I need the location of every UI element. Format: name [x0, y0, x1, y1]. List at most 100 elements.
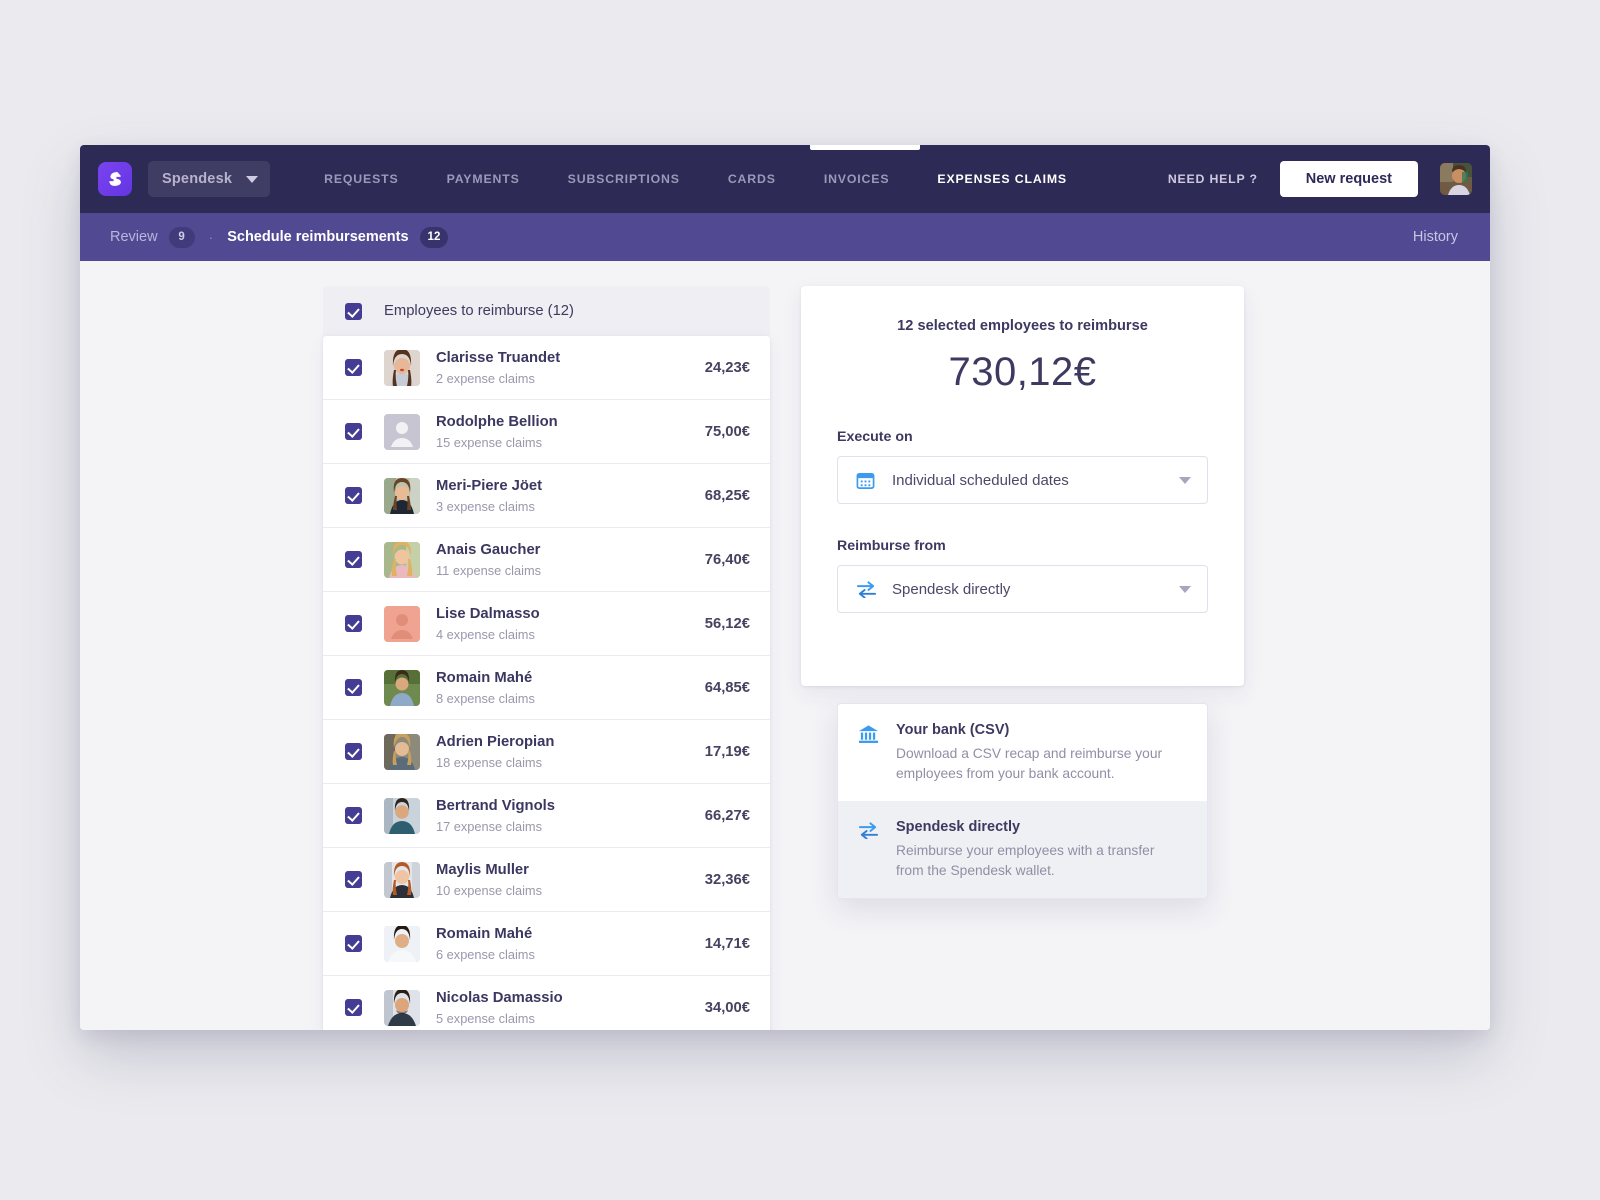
- app-window: Spendesk REQUESTS PAYMENTS SUBSCRIPTIONS…: [80, 145, 1490, 1030]
- table-row[interactable]: Lise Dalmasso 4 expense claims 56,12€: [323, 592, 770, 656]
- employee-info: Adrien Pieropian 18 expense claims: [436, 733, 554, 770]
- avatar: [384, 989, 420, 1026]
- nav-link-invoices[interactable]: INVOICES: [800, 172, 914, 186]
- employee-claims-count: 11 expense claims: [436, 563, 542, 579]
- employee-name: Rodolphe Bellion: [436, 413, 558, 430]
- employee-rows-card: Clarisse Truandet 2 expense claims 24,23…: [323, 336, 770, 1030]
- employee-amount: 56,12€: [704, 615, 750, 632]
- row-checkbox[interactable]: [345, 487, 362, 504]
- employee-info: Lise Dalmasso 4 expense claims: [436, 605, 540, 642]
- nav-link-subscriptions[interactable]: SUBSCRIPTIONS: [544, 172, 704, 186]
- employee-amount: 24,23€: [704, 359, 750, 376]
- execute-on-select[interactable]: Individual scheduled dates: [837, 456, 1208, 504]
- spendesk-logo-icon[interactable]: [98, 162, 132, 196]
- row-checkbox[interactable]: [345, 871, 362, 888]
- workflow-subheader: Review 9 · Schedule reimbursements 12 Hi…: [80, 213, 1490, 261]
- menu-option-your-bank-csv[interactable]: Your bank (CSV) Download a CSV recap and…: [838, 704, 1207, 801]
- menu-option-title: Your bank (CSV): [896, 722, 1010, 738]
- table-row[interactable]: Bertrand Vignols 17 expense claims 66,27…: [323, 784, 770, 848]
- breadcrumb-schedule-badge: 12: [419, 226, 449, 248]
- employee-name: Romain Mahé: [436, 925, 533, 942]
- row-checkbox[interactable]: [345, 935, 362, 952]
- avatar: [384, 733, 420, 770]
- breadcrumb-review-badge: 9: [168, 226, 195, 248]
- nav-link-payments[interactable]: PAYMENTS: [423, 172, 544, 186]
- employee-claims-count: 17 expense claims: [436, 819, 542, 835]
- avatar: [384, 861, 420, 898]
- reimburse-from-label: Reimburse from: [837, 538, 946, 554]
- employee-name: Adrien Pieropian: [436, 733, 555, 750]
- employee-info: Meri-Piere Jöet 3 expense claims: [436, 477, 542, 514]
- main-nav-links: REQUESTS PAYMENTS SUBSCRIPTIONS CARDS IN…: [300, 172, 1091, 186]
- employee-info: Romain Mahé 6 expense claims: [436, 925, 535, 962]
- avatar: [384, 797, 420, 834]
- employee-info: Clarisse Truandet 2 expense claims: [436, 349, 560, 386]
- table-row[interactable]: Romain Mahé 6 expense claims 14,71€: [323, 912, 770, 976]
- menu-option-body: Your bank (CSV) Download a CSV recap and…: [896, 722, 1176, 783]
- employee-info: Rodolphe Bellion 15 expense claims: [436, 413, 558, 450]
- row-checkbox[interactable]: [345, 807, 362, 824]
- reimburse-from-value: Spendesk directly: [892, 580, 1011, 598]
- table-row[interactable]: Maylis Muller 10 expense claims 32,36€: [323, 848, 770, 912]
- execute-on-value: Individual scheduled dates: [892, 471, 1069, 489]
- chevron-down-icon: [246, 175, 259, 183]
- employee-amount: 76,40€: [704, 551, 750, 568]
- avatar: [384, 541, 420, 578]
- row-checkbox[interactable]: [345, 999, 362, 1016]
- transfer-arrows-icon: [858, 819, 882, 880]
- reimburse-from-select[interactable]: Spendesk directly: [837, 565, 1208, 613]
- table-row[interactable]: Anais Gaucher 11 expense claims 76,40€: [323, 528, 770, 592]
- row-checkbox[interactable]: [345, 423, 362, 440]
- bank-icon: [858, 722, 882, 783]
- employee-name: Maylis Muller: [436, 861, 529, 878]
- avatar: [384, 477, 420, 514]
- employees-to-reimburse-list: Employees to reimburse (12) Clarisse Tru…: [323, 286, 770, 1030]
- menu-option-spendesk-directly[interactable]: Spendesk directly Reimburse your employe…: [838, 801, 1207, 899]
- organization-switcher[interactable]: Spendesk: [148, 161, 271, 197]
- employee-claims-count: 3 expense claims: [436, 499, 535, 515]
- row-checkbox[interactable]: [345, 551, 362, 568]
- content-area: Employees to reimburse (12) Clarisse Tru…: [80, 261, 1490, 1030]
- table-row[interactable]: Clarisse Truandet 2 expense claims 24,23…: [323, 336, 770, 400]
- employee-claims-count: 10 expense claims: [436, 883, 542, 899]
- employee-name: Anais Gaucher: [436, 541, 541, 558]
- employee-name: Meri-Piere Jöet: [436, 477, 543, 494]
- history-link[interactable]: History: [1413, 229, 1458, 245]
- avatar: [384, 349, 420, 386]
- employee-amount: 66,27€: [704, 807, 750, 824]
- employee-claims-count: 2 expense claims: [436, 371, 535, 387]
- breadcrumb-review[interactable]: Review 9: [110, 226, 195, 248]
- row-checkbox[interactable]: [345, 615, 362, 632]
- row-checkbox[interactable]: [345, 743, 362, 760]
- new-request-button[interactable]: New request: [1279, 161, 1418, 197]
- employee-name: Clarisse Truandet: [436, 349, 561, 366]
- nav-link-expenses-claims[interactable]: EXPENSES CLAIMS: [913, 172, 1091, 186]
- employee-name: Nicolas Damassio: [436, 989, 563, 1006]
- employee-claims-count: 6 expense claims: [436, 947, 535, 963]
- list-header[interactable]: Employees to reimburse (12): [323, 286, 770, 336]
- table-row[interactable]: Meri-Piere Jöet 3 expense claims 68,25€: [323, 464, 770, 528]
- breadcrumb-schedule-reimbursements[interactable]: Schedule reimbursements 12: [227, 226, 449, 248]
- table-row[interactable]: Romain Mahé 8 expense claims 64,85€: [323, 656, 770, 720]
- top-nav-right-group: NEED HELP ? New request: [1168, 161, 1490, 197]
- table-row[interactable]: Adrien Pieropian 18 expense claims 17,19…: [323, 720, 770, 784]
- avatar: [384, 669, 420, 706]
- nav-link-cards[interactable]: CARDS: [704, 172, 800, 186]
- table-row[interactable]: Nicolas Damassio 5 expense claims 34,00€: [323, 976, 770, 1030]
- select-all-checkbox[interactable]: [345, 302, 362, 320]
- employee-name: Bertrand Vignols: [436, 797, 555, 814]
- need-help-link[interactable]: NEED HELP ?: [1168, 172, 1258, 186]
- avatar: [384, 925, 420, 962]
- employee-claims-count: 5 expense claims: [436, 1011, 535, 1027]
- employee-claims-count: 4 expense claims: [436, 627, 535, 643]
- employee-claims-count: 18 expense claims: [436, 755, 542, 771]
- user-avatar[interactable]: [1440, 163, 1472, 195]
- employee-info: Maylis Muller 10 expense claims: [436, 861, 542, 898]
- organization-name: Spendesk: [162, 171, 233, 187]
- summary-title: 12 selected employees to reimburse: [897, 318, 1148, 334]
- row-checkbox[interactable]: [345, 359, 362, 376]
- table-row[interactable]: Rodolphe Bellion 15 expense claims 75,00…: [323, 400, 770, 464]
- nav-link-requests[interactable]: REQUESTS: [300, 172, 422, 186]
- row-checkbox[interactable]: [345, 679, 362, 696]
- employee-name: Lise Dalmasso: [436, 605, 540, 622]
